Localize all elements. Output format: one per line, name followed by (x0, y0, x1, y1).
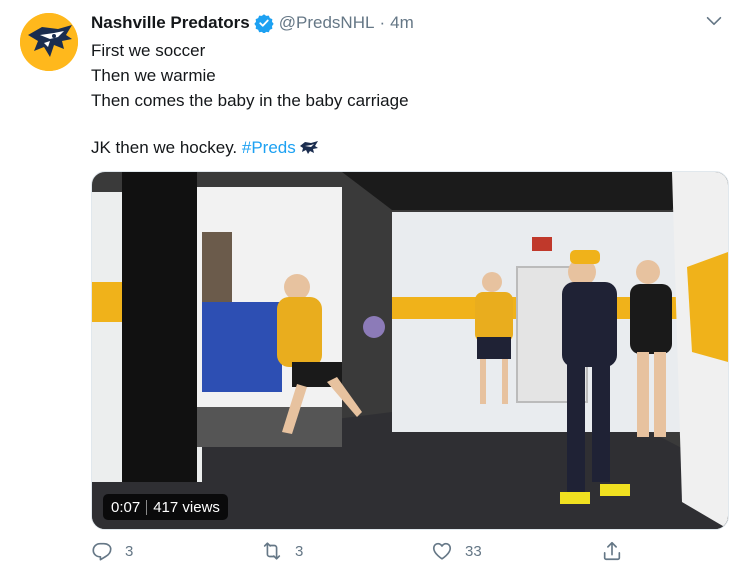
tweet-line: Then comes the baby in the baby carriage (91, 91, 409, 110)
tweet-line: First we soccer (91, 41, 206, 60)
tweet-header: Nashville Predators @PredsNHL · 4m (91, 11, 414, 35)
retweet-icon (263, 542, 281, 560)
hashtag-link[interactable]: #Preds (242, 138, 296, 157)
share-button[interactable] (601, 540, 635, 562)
video-duration: 0:07 (111, 498, 141, 516)
author-handle[interactable]: @PredsNHL (279, 13, 375, 33)
tweet-line: Then we warmie (91, 66, 216, 85)
retweet-button[interactable]: 3 (261, 540, 303, 562)
video-views: 417 views (153, 498, 220, 516)
predators-logo-icon (20, 13, 78, 71)
like-count: 33 (465, 542, 482, 560)
video-player[interactable]: 0:07 417 views (91, 171, 729, 530)
video-frame (92, 172, 728, 529)
reply-count: 3 (125, 542, 134, 560)
tweet-line-last: JK then we hockey. #Preds (91, 135, 409, 160)
tweet-line-text: JK then we hockey. (91, 138, 242, 157)
reply-button[interactable]: 3 (91, 540, 133, 562)
video-stats-badge: 0:07 417 views (103, 494, 228, 520)
chevron-down-icon[interactable] (703, 10, 725, 32)
retweet-count: 3 (295, 542, 304, 560)
avatar[interactable] (20, 13, 78, 71)
share-icon (603, 541, 621, 561)
verified-badge-icon (254, 14, 274, 33)
like-button[interactable]: 33 (431, 540, 482, 562)
tweet-actions: 3 3 33 (91, 540, 731, 568)
heart-icon (432, 542, 452, 560)
tweet-text: First we soccer Then we warmie Then come… (91, 38, 409, 160)
timestamp[interactable]: 4m (390, 13, 414, 33)
reply-icon (92, 542, 112, 561)
author-name[interactable]: Nashville Predators (91, 13, 250, 33)
separator-dot: · (379, 13, 386, 32)
predators-hashflag-icon (299, 141, 318, 154)
